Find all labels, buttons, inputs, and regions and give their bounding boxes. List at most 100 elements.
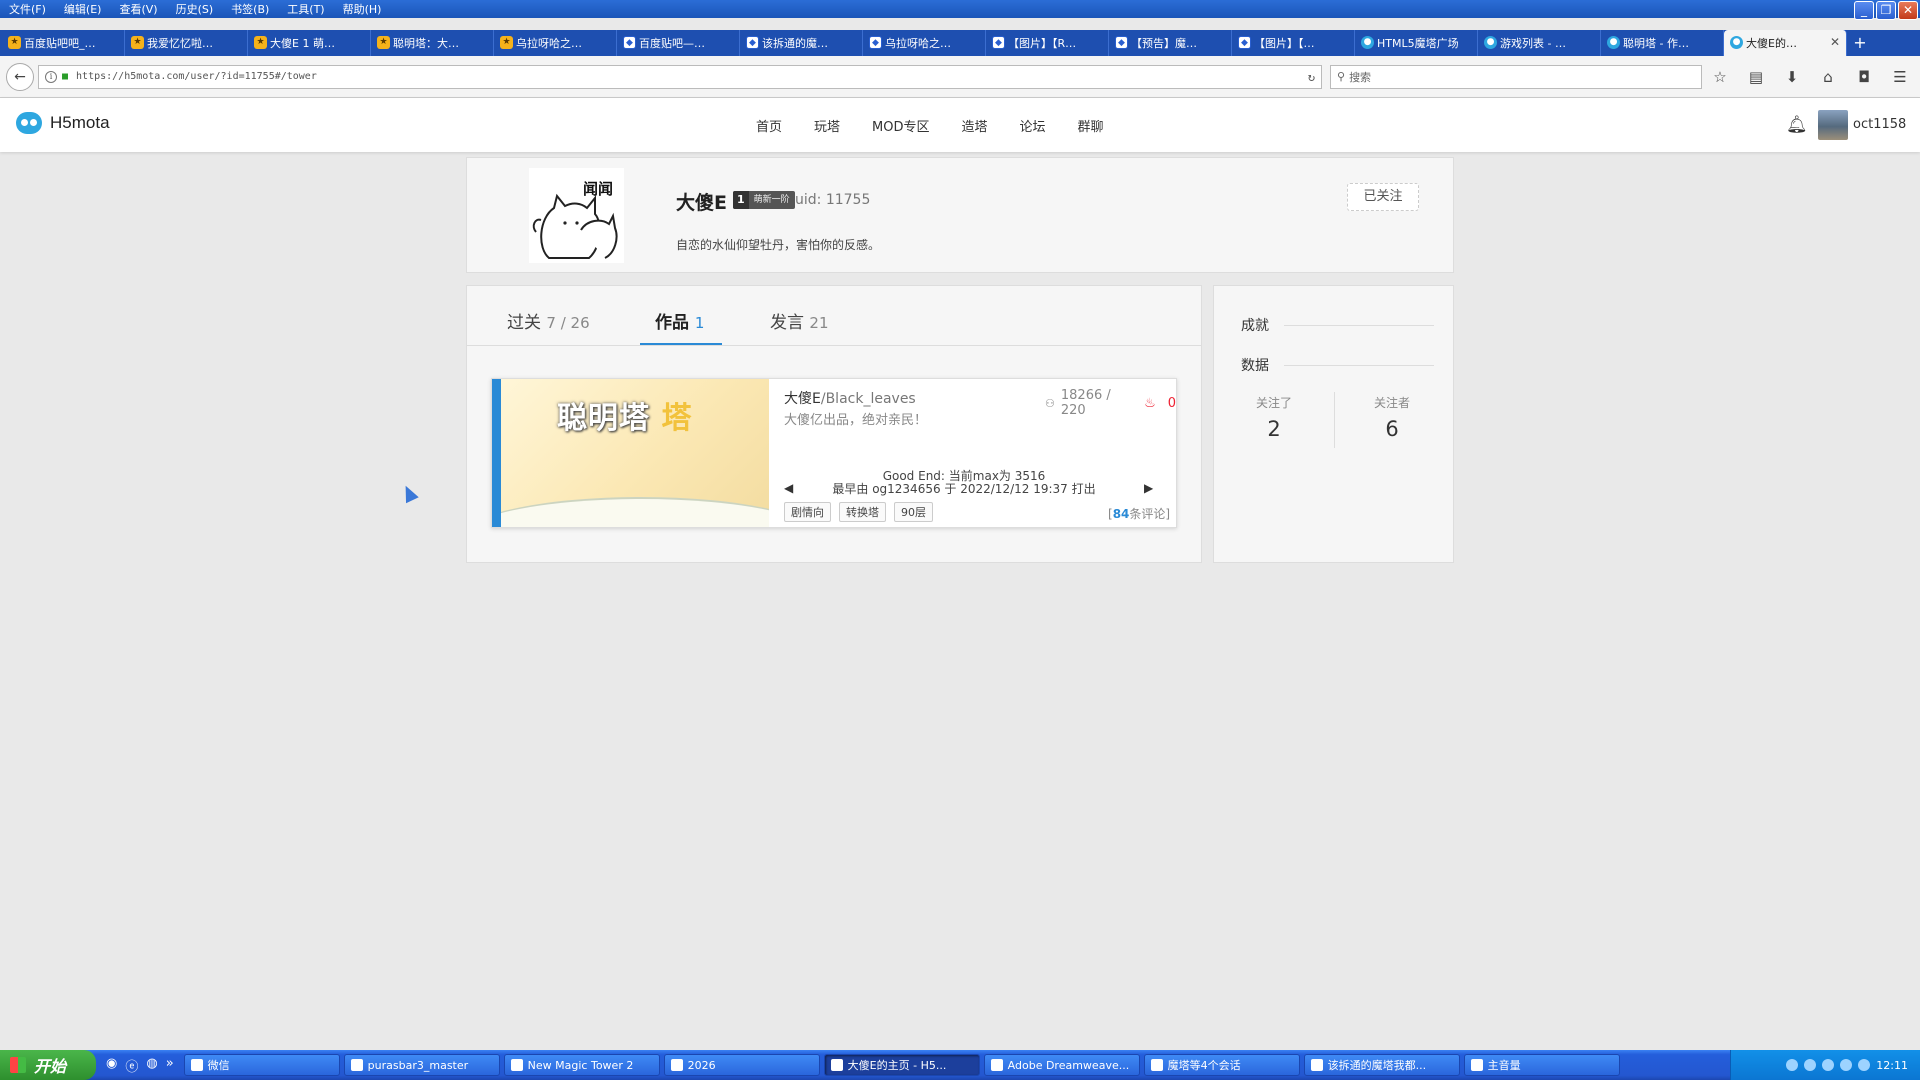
tower-cover-image[interactable]: 聪明塔 塔 [501,379,769,527]
close-tab-icon[interactable]: ✕ [1830,35,1840,49]
following-stat[interactable]: 关注了 2 [1224,394,1324,441]
baidu-icon: ◆ [1115,36,1128,49]
menu-tools[interactable]: 工具(T) [278,1,333,17]
browser-tab-label: 该拆通的魔… [762,37,828,50]
tab-posts[interactable]: 发言 21 [770,308,829,333]
search-input[interactable]: ⚲ 搜索 [1330,64,1702,89]
site-logo[interactable]: H5mota [16,112,110,134]
minimize-icon[interactable]: _ [1854,1,1874,20]
taskbar-item[interactable]: 2026 [663,1054,820,1076]
more-icon[interactable]: » [166,1056,174,1075]
notification-bell-icon[interactable]: 🔔︎ [1786,115,1808,135]
tower-author[interactable]: 大傻E [784,391,821,407]
taskbar-item[interactable]: 该拆通的魔塔我都... [1303,1054,1460,1076]
bookmark-star-icon[interactable]: ☆ [1702,68,1738,86]
tag[interactable]: 剧情向 [784,502,831,522]
browser-tab[interactable]: ★ 聪明塔：大… [371,30,494,56]
bookmark-icon: ★ [131,36,144,49]
tag[interactable]: 90层 [894,502,933,522]
tab-works[interactable]: 作品 1 [655,308,704,333]
comments-link[interactable]: [84条评论] [1108,505,1170,522]
qq-tray-icon[interactable] [1804,1059,1817,1071]
info-icon[interactable]: i [45,70,57,83]
menu-file[interactable]: 文件(F) [0,1,55,17]
menu-help[interactable]: 帮助(H) [334,1,391,17]
player-count: 18266 / 220 [1060,388,1111,418]
tab-clears[interactable]: 过关 7 / 26 [507,308,590,333]
clock[interactable]: 12:11 [1876,1059,1908,1072]
browser-tab[interactable]: ◆ 【预告】魔… [1109,30,1232,56]
back-arrow-icon[interactable]: ← [6,62,34,91]
browser-tab[interactable]: ● 游戏列表 - … [1478,30,1601,56]
taskbar-item[interactable]: 主音量 [1463,1054,1620,1076]
tower-title[interactable]: 大傻E/Black_leaves [784,388,916,408]
taskbar-item[interactable]: New Magic Tower 2 [503,1054,660,1076]
browser-tab[interactable]: ★ 大傻E 1 萌… [248,30,371,56]
pocket-icon[interactable]: ◘ [1846,68,1882,86]
home-icon[interactable]: ⌂ [1810,68,1846,86]
tag[interactable]: 转换塔 [839,502,886,522]
profile-avatar: 闻闻 [529,168,624,263]
tower-card[interactable]: 聪明塔 塔 大傻E/Black_leaves 大傻亿出品，绝对亲民！ ⚇ 182… [491,378,1177,528]
nav-chat[interactable]: 群聊 [1078,116,1104,135]
quick-launch: ◉ ⓔ ◍ » [106,1056,174,1075]
tab-count: 21 [809,314,829,332]
onenote-icon[interactable] [1858,1059,1871,1071]
achievements-heading: 成就 [1241,318,1269,334]
site-header: H5mota 首页 玩塔 MOD专区 造塔 论坛 群聊 🔔︎ oct1158 [0,98,1920,152]
logo-icon [16,112,42,134]
taskbar-item-active[interactable]: 大傻E的主页 - H5... [823,1054,980,1076]
browser-tab[interactable]: ● 聪明塔 - 作… [1601,30,1724,56]
follow-button[interactable]: 已关注 [1347,183,1419,211]
browser-tab[interactable]: ★ 我爱忆忆啦… [125,30,248,56]
browser-tab-label: 百度贴吧—… [639,37,705,50]
browser-tab[interactable]: ◆ 乌拉呀哈之… [863,30,986,56]
mouse-cursor-icon [399,482,419,504]
address-bar[interactable]: i ■ https://h5mota.com/user/?id=11755#/t… [38,64,1322,89]
avatar[interactable] [1818,110,1848,140]
reading-list-icon[interactable]: ▤ [1738,68,1774,86]
taskbar-item[interactable]: Adobe Dreamweave... [983,1054,1140,1076]
followers-stat[interactable]: 关注者 6 [1342,394,1442,441]
restore-icon[interactable]: ❐ [1876,1,1896,20]
reload-icon[interactable]: ↻ [1308,70,1315,84]
browser-tab[interactable]: ◆ 百度贴吧—… [617,30,740,56]
next-ending-icon[interactable]: ▶ [1144,481,1153,495]
h5-icon: ● [1484,36,1497,49]
nav-forum[interactable]: 论坛 [1020,116,1046,135]
browser-tab[interactable]: ● HTML5魔塔广场 [1355,30,1478,56]
close-window-icon[interactable]: ✕ [1898,1,1918,20]
hamburger-menu-icon[interactable]: ☰ [1882,68,1918,86]
browser-tab[interactable]: ★ 乌拉呀哈之… [494,30,617,56]
comment-label: 条评论 [1129,507,1166,521]
ie-icon[interactable]: ⓔ [125,1056,138,1075]
browser-icon[interactable]: ◍ [146,1056,157,1075]
nav-mod[interactable]: MOD专区 [872,116,929,135]
nav-create[interactable]: 造塔 [962,116,988,135]
current-username[interactable]: oct1158 [1853,117,1906,132]
new-tab-icon[interactable]: + [1847,30,1873,56]
start-button[interactable]: 开始 [0,1050,96,1080]
taskbar-item[interactable]: purasbar3_master [343,1054,500,1076]
wechat-tray-icon[interactable] [1822,1059,1835,1071]
browser-tab[interactable]: ◆ 【图片】【… [1232,30,1355,56]
baidu-icon: ◆ [869,36,882,49]
nav-home[interactable]: 首页 [756,116,782,135]
menu-bookmarks[interactable]: 书签(B) [222,1,278,17]
menu-edit[interactable]: 编辑(E) [55,1,111,17]
menu-view[interactable]: 查看(V) [110,1,166,17]
network-icon[interactable] [1840,1059,1853,1071]
download-icon[interactable]: ⬇ [1774,68,1810,86]
tower-subtitle: /Black_leaves [820,391,916,407]
taskbar-item[interactable]: 微信 [183,1054,340,1076]
browser-tab-active[interactable]: ● 大傻E的… ✕ [1724,30,1847,56]
browser-tab[interactable]: ★ 百度贴吧吧_… [2,30,125,56]
browser-tab[interactable]: ◆ 【图片】【R… [986,30,1109,56]
keyboard-icon[interactable] [1786,1059,1799,1071]
fire-icon[interactable]: ♨ [1144,396,1156,411]
browser-tab[interactable]: ◆ 该拆通的魔… [740,30,863,56]
media-player-icon[interactable]: ◉ [106,1056,117,1075]
menu-history[interactable]: 历史(S) [167,1,223,17]
taskbar-item[interactable]: 魔塔等4个会话 [1143,1054,1300,1076]
nav-play[interactable]: 玩塔 [814,116,840,135]
